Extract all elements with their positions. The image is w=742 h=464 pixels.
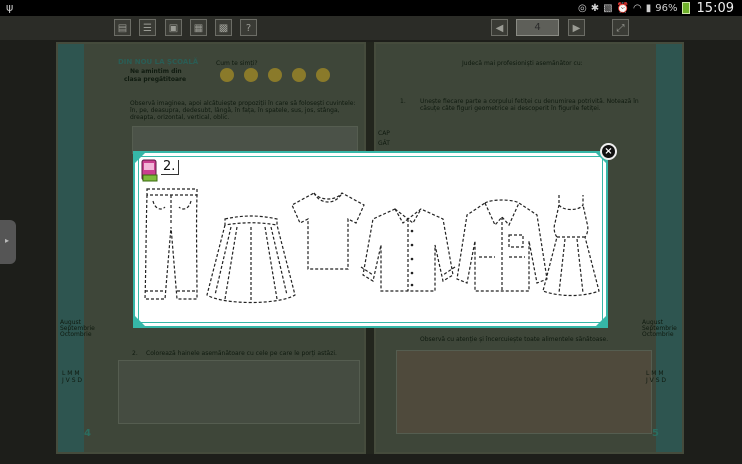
- battery-icon: [681, 2, 690, 14]
- clothes-thumbnail: [118, 360, 360, 424]
- status-bar: ψ ◎ ✱ ▧ ⏰ ◠ ▮ 96% 15:09: [0, 0, 742, 16]
- right-months: August Septembrie Octombrie: [642, 319, 677, 338]
- page-view-icon[interactable]: ▤: [114, 19, 131, 36]
- bluetooth-icon: ✱: [590, 2, 600, 14]
- mute-icon: ◎: [578, 2, 587, 14]
- left-page-margin: [58, 44, 84, 452]
- shirt-drawing[interactable]: [359, 205, 457, 295]
- jacket-drawing[interactable]: [455, 197, 549, 295]
- label-gat: GÂT: [378, 140, 390, 147]
- left-weekdays: L M M J V S D: [62, 370, 83, 384]
- nfc-icon: ▧: [603, 2, 613, 14]
- help-button[interactable]: ?: [240, 19, 257, 36]
- notes-icon[interactable]: ▦: [190, 19, 207, 36]
- food-illustration: [396, 350, 652, 434]
- left-page-title: DIN NOU LA ȘCOALĂ: [118, 58, 199, 66]
- right-page-number: 5: [652, 428, 659, 439]
- corner-decoration: [133, 314, 147, 328]
- list-view-icon[interactable]: ☰: [139, 19, 156, 36]
- side-drawer-handle[interactable]: ▸: [0, 220, 16, 264]
- right-page-margin: [656, 44, 682, 452]
- close-modal-button[interactable]: ×: [600, 143, 617, 160]
- exercise-zoom-modal: 2.: [133, 151, 608, 328]
- dress-drawing[interactable]: [539, 193, 603, 297]
- bookmark-icon[interactable]: ▣: [165, 19, 182, 36]
- left-exercise-2-number: 2.: [132, 350, 138, 357]
- left-page-subtitle-2: clasa pregătitoare: [124, 76, 187, 83]
- skirt-drawing[interactable]: [203, 215, 299, 307]
- tshirt-drawing[interactable]: [288, 189, 368, 273]
- left-exercise-1: Observă imaginea, apoi alcătuiește propo…: [130, 100, 356, 121]
- wifi-icon: ◠: [633, 2, 642, 14]
- scene-image: [132, 126, 358, 154]
- face-icon: [244, 68, 258, 82]
- left-exercise-2: Colorează hainele asemănătoare cu cele p…: [146, 350, 337, 357]
- page-number-field[interactable]: 4: [516, 19, 559, 36]
- usb-icon: ψ: [6, 1, 14, 14]
- corner-decoration: [594, 314, 608, 328]
- face-icon: [268, 68, 282, 82]
- prev-page-button[interactable]: ◀: [491, 19, 508, 36]
- left-page-number: 4: [84, 428, 91, 439]
- face-icon: [220, 68, 234, 82]
- mood-faces: [220, 68, 330, 82]
- grid-view-icon[interactable]: ▩: [215, 19, 232, 36]
- drawer-arrow-icon: ▸: [5, 236, 10, 245]
- next-page-button[interactable]: ▶: [568, 19, 585, 36]
- face-icon: [316, 68, 330, 82]
- right-page-header: Judecă mai profesioniști asemănător cu:: [462, 60, 583, 67]
- right-weekdays: L M M J V S D: [646, 370, 667, 384]
- exercise-number: 2.: [161, 160, 180, 175]
- trousers-drawing[interactable]: [143, 187, 201, 307]
- face-icon: [292, 68, 306, 82]
- right-exercise-1: Unește fiecare parte a corpului fetiței …: [420, 98, 639, 112]
- reader-toolbar: ▤ ☰ ▣ ▦ ▩ ? ◀ 4 ▶ ⤢: [0, 16, 742, 40]
- right-exercise-3: Observă cu atenție și încercuiește toate…: [420, 336, 609, 343]
- left-months: August Septembrie Octombrie: [60, 319, 95, 338]
- right-exercise-1-number: 1.: [400, 98, 406, 105]
- left-page-subtitle-1: Ne amintim din: [130, 68, 182, 75]
- fullscreen-icon[interactable]: ⤢: [612, 19, 629, 36]
- alarm-icon: ⏰: [616, 2, 630, 14]
- book-icon: [141, 159, 158, 182]
- signal-icon: ▮: [645, 2, 652, 14]
- clock: 15:09: [696, 0, 734, 16]
- label-cap: CAP: [378, 130, 390, 137]
- mood-question: Cum te simți?: [216, 60, 258, 67]
- battery-level: 96%: [655, 2, 678, 14]
